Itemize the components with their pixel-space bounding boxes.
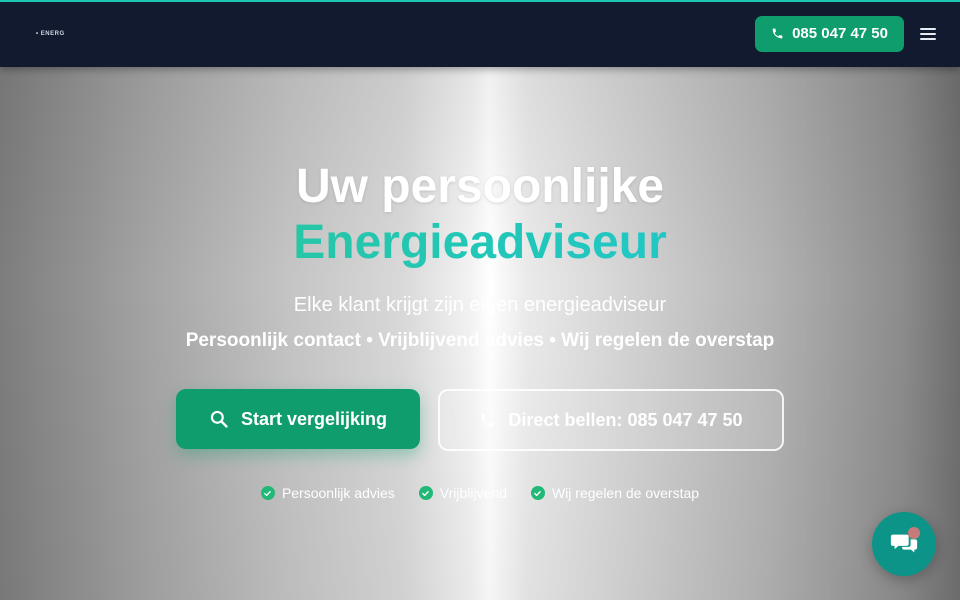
hero-subtitle: Elke klant krijgt zijn eigen energieadvi… — [293, 294, 667, 316]
trust-row: Persoonlijk advies Vrijblijvend Wij rege… — [0, 485, 960, 501]
call-direct-label: Direct bellen: 085 047 47 50 — [508, 409, 743, 430]
search-icon — [210, 410, 228, 428]
trust-item: Vrijblijvend — [418, 485, 507, 501]
logo[interactable]: • ENERG — [36, 31, 65, 37]
menu-icon[interactable] — [920, 27, 936, 41]
trust-item-label: Persoonlijk advies — [281, 485, 395, 501]
call-direct-button[interactable]: Direct bellen: 085 047 47 50 — [438, 389, 784, 451]
hero-section: Uw persoonlijke Energieadviseur Elke kla… — [0, 67, 960, 600]
chat-button[interactable] — [872, 512, 936, 576]
trust-item: Wij regelen de overstap — [530, 485, 700, 501]
cta-row: Start vergelijking Direct bellen: 085 04… — [0, 389, 960, 451]
check-icon — [260, 486, 275, 500]
check-icon — [418, 486, 433, 500]
header-phone-label: 085 047 47 50 — [792, 25, 888, 42]
check-icon — [530, 486, 545, 500]
header-actions: 085 047 47 50 — [755, 15, 936, 52]
hero-usp-line: Persoonlijk contact • Vrijblijvend advie… — [185, 330, 775, 351]
site-header: • ENERG 085 047 47 50 — [0, 0, 960, 67]
phone-icon — [481, 413, 495, 427]
hero-title-line1: Uw persoonlijke — [295, 160, 665, 213]
chat-notification-dot — [908, 527, 920, 539]
top-accent-line — [0, 0, 960, 2]
start-comparison-label: Start vergelijking — [240, 408, 388, 429]
trust-item: Persoonlijk advies — [260, 485, 395, 501]
header-phone-button[interactable]: 085 047 47 50 — [755, 15, 904, 52]
trust-item-label: Wij regelen de overstap — [551, 485, 700, 501]
trust-item-label: Vrijblijvend — [439, 485, 507, 501]
start-comparison-button[interactable]: Start vergelijking — [176, 389, 420, 449]
phone-icon — [772, 28, 783, 39]
hero-title-line2: Energieadviseur — [0, 215, 960, 271]
